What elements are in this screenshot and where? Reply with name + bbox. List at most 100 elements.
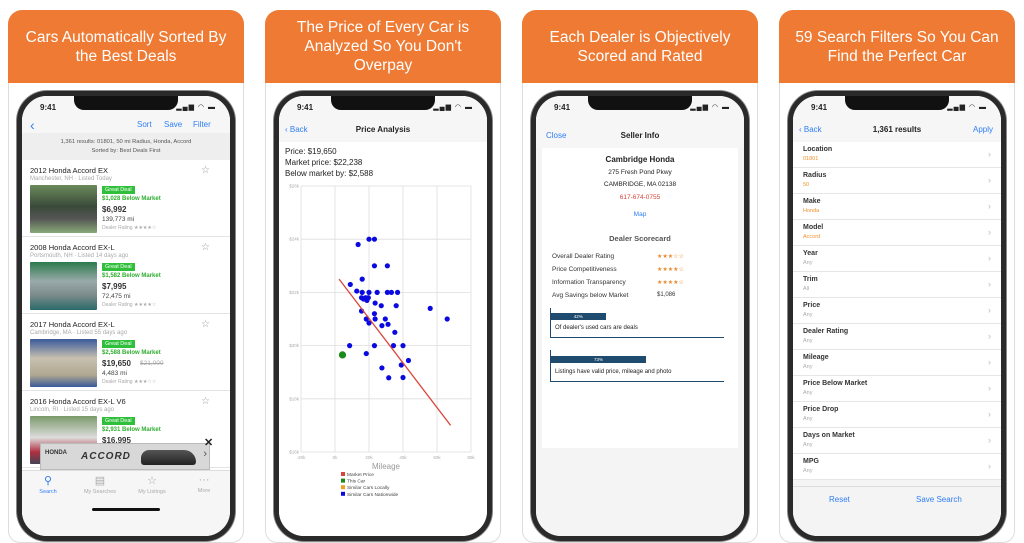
map-link[interactable]: Map [542, 211, 738, 218]
deal-badge: Great Deal [102, 263, 135, 271]
dealer-name: Cambridge Honda [605, 155, 675, 164]
chevron-right-icon: › [988, 149, 991, 159]
filter-row[interactable]: MPG Any › [793, 454, 1001, 480]
filter-row[interactable]: Trim All › [793, 272, 1001, 298]
status-time: 9:41 [554, 103, 571, 112]
nationwide-car-point [366, 236, 372, 242]
ad-car-image [141, 450, 196, 465]
back-button[interactable]: ‹ [30, 117, 35, 133]
filter-row[interactable]: Mileage Any › [793, 350, 1001, 376]
favorite-star-icon[interactable]: ☆ [201, 319, 210, 330]
tab-label: Search [39, 489, 57, 495]
nationwide-car-point [371, 311, 378, 317]
tab-label: More [197, 488, 211, 494]
nationwide-car-point [366, 289, 372, 295]
results-screen: 9:41 ▂▄▆ ◠ ▬ ‹ Sort Save Filter 1,361 re… [22, 96, 230, 536]
score-row: Overall Dealer Rating ★★★☆☆ [552, 253, 742, 260]
tab-my-searches[interactable]: ▤ My Searches [74, 474, 126, 495]
nationwide-car-point [372, 316, 378, 322]
filter-value: Any [803, 338, 813, 344]
x-tick-label: 20k [365, 455, 373, 460]
favorite-star-icon[interactable]: ☆ [201, 242, 210, 253]
listing-item[interactable]: 2012 Honda Accord EX Manchester, NH · Li… [22, 160, 230, 237]
listing-title: 2008 Honda Accord EX-L [30, 243, 115, 252]
deal-ratio-text: Of dealer's used cars are deals [555, 325, 638, 331]
favorite-star-icon[interactable]: ☆ [201, 396, 210, 407]
y-tick-label: $24k [289, 237, 300, 242]
legend-swatch [341, 472, 345, 476]
nationwide-car-point [371, 343, 378, 349]
save-search-button[interactable]: Save Search [916, 495, 962, 504]
x-axis-label: Mileage [372, 462, 401, 471]
chevron-right-icon: › [988, 279, 991, 289]
nationwide-car-point [347, 281, 353, 288]
favorite-star-icon[interactable]: ☆ [201, 165, 210, 176]
ad-next-button[interactable]: › [203, 448, 207, 460]
rating-stars: ★★★☆☆ [657, 254, 684, 260]
car-photo [30, 262, 97, 310]
listing-item[interactable]: 2017 Honda Accord EX-L Cambridge, MA · L… [22, 314, 230, 391]
nationwide-car-point [355, 241, 361, 248]
listing-mileage: 139,773 mi [102, 216, 135, 223]
nationwide-car-point [400, 374, 406, 381]
dealer-phone-link[interactable]: 617-674-0755 [542, 194, 738, 201]
score-label: Overall Dealer Rating [552, 253, 615, 260]
apply-button[interactable]: Apply [973, 125, 993, 134]
phone-mockup: 9:41 ▂▄▆ ◠ ▬ ‹ Back 1,361 results Apply … [788, 91, 1006, 541]
savings-value: $1,086 [657, 292, 676, 298]
filter-row[interactable]: Days on Market Any › [793, 428, 1001, 454]
legend-label: Similar Cars Locally [347, 485, 390, 491]
filter-row[interactable]: Dealer Rating Any › [793, 324, 1001, 350]
chevron-right-icon: › [988, 253, 991, 263]
nationwide-car-point [363, 350, 369, 357]
filter-value: Any [803, 390, 813, 396]
phone-notch [845, 96, 949, 110]
score-label: Information Transparency [552, 279, 626, 286]
filter-row[interactable]: Radius 50 › [793, 168, 1001, 194]
panel-headline: The Price of Every Car is Analyzed So Yo… [265, 10, 501, 83]
below-market: $2,931 Below Market [102, 427, 161, 433]
phone-notch [331, 96, 435, 110]
listing-mileage: 72,475 mi [102, 293, 131, 300]
tab-search[interactable]: ⚲ Search [22, 474, 74, 495]
status-icons: ▂▄▆ ◠ ▬ [433, 104, 473, 111]
filter-value: 50 [803, 182, 810, 188]
market-price-line [338, 278, 452, 426]
ad-close-button[interactable]: ✕ [204, 436, 213, 449]
sort-button[interactable]: Sort [137, 120, 152, 129]
price-analysis-screen: 9:41 ▂▄▆ ◠ ▬ ‹ Back Price Analysis Price… [279, 96, 487, 536]
nationwide-car-point [374, 289, 380, 295]
panel-headline: Cars Automatically Sorted By the Best De… [8, 10, 244, 83]
honda-logo: HONDA [45, 450, 67, 456]
below-market: $1,028 Below Market [102, 196, 161, 202]
y-tick-label: $26k [289, 184, 300, 189]
status-icons: ▂▄▆ ◠ ▬ [947, 104, 987, 111]
chevron-right-icon: › [988, 201, 991, 211]
score-row: Price Competitiveness ★★★★☆ [552, 266, 742, 273]
save-button[interactable]: Save [164, 120, 182, 129]
filter-label: Price Below Market [803, 380, 868, 387]
nationwide-car-point [393, 303, 399, 309]
listing-item[interactable]: 2008 Honda Accord EX-L Portsmouth, NH · … [22, 237, 230, 314]
panel-dealer-score: Each Dealer is Objectively Scored and Ra… [522, 10, 758, 543]
filter-row[interactable]: Location 01801 › [793, 142, 1001, 168]
filter-row[interactable]: Price Any › [793, 298, 1001, 324]
listing-title: 2016 Honda Accord EX-L V6 [30, 397, 126, 406]
tab-more[interactable]: ··· More [178, 474, 230, 494]
phone-mockup: 9:41 ▂▄▆ ◠ ▬ Close Seller Info Cambridge… [531, 91, 749, 541]
nationwide-car-point [372, 300, 378, 306]
y-tick-label: $20k [289, 343, 300, 348]
ad-banner[interactable]: HONDA ACCORD › [40, 443, 210, 470]
filter-row[interactable]: Model Accord › [793, 220, 1001, 246]
dealer-rating: Dealer Rating ★★★☆☆ [102, 379, 157, 385]
filter-label: Days on Market [803, 432, 855, 439]
filter-button[interactable]: Filter [193, 120, 211, 129]
status-icons: ▂▄▆ ◠ ▬ [176, 104, 216, 111]
filter-row[interactable]: Make Honda › [793, 194, 1001, 220]
filter-row[interactable]: Price Drop Any › [793, 402, 1001, 428]
filter-row[interactable]: Year Any › [793, 246, 1001, 272]
tab-my-listings[interactable]: ☆ My Listings [126, 474, 178, 495]
reset-button[interactable]: Reset [829, 495, 850, 504]
filter-row[interactable]: Price Below Market Any › [793, 376, 1001, 402]
chevron-right-icon: › [988, 305, 991, 315]
